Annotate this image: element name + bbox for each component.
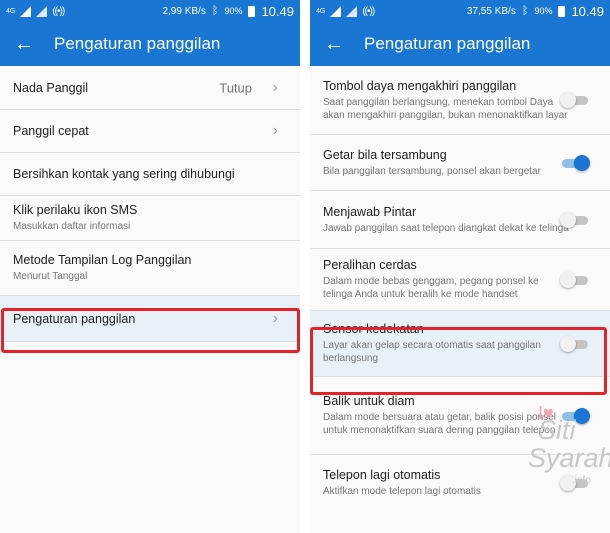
setting-subtitle: Masukkan daftar informasi — [13, 221, 131, 232]
clock: 10.49 — [261, 3, 294, 19]
setting-vibrate-connected[interactable]: Getar bila tersambung Bila panggilan ter… — [310, 135, 610, 191]
setting-title: Bersihkan kontak yang sering dihubungi — [13, 167, 235, 181]
left-screen: 4G ((•)) 2,99 KB/s ᛒ 90% 10.49 ← Pengatu… — [0, 0, 300, 533]
back-arrow-icon[interactable]: ← — [324, 33, 364, 56]
chevron-right-icon: › — [272, 78, 278, 96]
hotspot-icon: ((•)) — [362, 5, 375, 17]
setting-title: Peralihan cerdas — [323, 258, 417, 272]
setting-clear-frequent[interactable]: Bersihkan kontak yang sering dihubungi — [0, 153, 300, 196]
clock: 10.49 — [571, 3, 604, 19]
hotspot-icon: ((•)) — [52, 5, 65, 17]
toggle-switch[interactable] — [560, 92, 588, 108]
network-type-label: 4G — [6, 7, 16, 15]
setting-subtitle: Dalam mode bersuara atau getar, balik po… — [323, 412, 556, 436]
setting-power-ends-call[interactable]: Tombol daya mengakhiri panggilan Saat pa… — [310, 66, 610, 135]
app-bar: ← Pengaturan panggilan — [0, 22, 300, 66]
setting-speed-dial[interactable]: Panggil cepat › — [0, 110, 300, 153]
chevron-right-icon: › — [272, 122, 278, 139]
net-speed: 37,55 KB/s — [466, 5, 516, 17]
setting-title: Telepon lagi otomatis — [323, 468, 441, 482]
setting-subtitle: Dalam mode bebas genggam, pegang ponsel … — [323, 276, 539, 300]
battery-percent: 90% — [534, 6, 553, 16]
setting-auto-redial[interactable]: Telepon lagi otomatis Aktifkan mode tele… — [310, 455, 610, 511]
signal-2-icon — [36, 5, 48, 17]
setting-subtitle: Menurut Tanggal — [13, 271, 88, 282]
app-bar: ← Pengaturan panggilan — [310, 22, 610, 66]
settings-list: Nada Panggil Tutup › Panggil cepat › Ber… — [0, 66, 300, 342]
setting-subtitle: Aktifkan mode telepon lagi otomatis — [323, 486, 481, 497]
bluetooth-icon: ᛒ — [521, 5, 529, 17]
signal-icon — [330, 5, 342, 17]
toggle-switch[interactable] — [560, 271, 588, 288]
bluetooth-icon: ᛒ — [211, 5, 219, 17]
highlight-box — [310, 327, 607, 395]
status-bar: 4G ((•)) 2,99 KB/s ᛒ 90% 10.49 — [0, 0, 300, 22]
battery-percent: 90% — [224, 6, 243, 16]
highlight-box — [1, 308, 300, 353]
toggle-switch[interactable] — [560, 475, 588, 491]
setting-subtitle: Bila panggilan tersambung, ponsel akan b… — [323, 165, 541, 177]
settings-list: Tombol daya mengakhiri panggilan Saat pa… — [310, 66, 610, 511]
setting-call-log-view[interactable]: Metode Tampilan Log Panggilan Menurut Ta… — [0, 241, 300, 296]
battery-icon — [248, 5, 256, 17]
setting-title: Balik untuk diam — [323, 394, 415, 408]
page-title: Pengaturan panggilan — [54, 34, 221, 53]
setting-smart-answer[interactable]: Menjawab Pintar Jawab panggilan saat tel… — [310, 191, 610, 249]
setting-subtitle: Jawab panggilan saat telepon diangkat de… — [323, 222, 569, 234]
network-type-label: 4G — [316, 7, 326, 15]
toggle-switch[interactable] — [560, 211, 588, 228]
battery-icon — [558, 5, 566, 17]
back-arrow-icon[interactable]: ← — [14, 33, 54, 56]
signal-2-icon — [346, 5, 358, 17]
setting-title: Metode Tampilan Log Panggilan — [13, 253, 192, 267]
setting-title: Tombol daya mengakhiri panggilan — [323, 78, 517, 93]
setting-sms-icon[interactable]: Klik perilaku ikon SMS Masukkan daftar i… — [0, 196, 300, 241]
setting-value: Tutup — [219, 80, 252, 95]
setting-title: Panggil cepat — [13, 124, 89, 138]
setting-title: Klik perilaku ikon SMS — [13, 203, 138, 217]
setting-ringtone[interactable]: Nada Panggil Tutup › — [0, 66, 300, 110]
toggle-switch[interactable] — [562, 154, 590, 171]
toggle-switch[interactable] — [562, 407, 590, 424]
signal-icon — [20, 5, 32, 17]
setting-subtitle: Saat panggilan berlangsung, menekan tomb… — [323, 96, 568, 121]
status-bar: 4G ((•)) 37,55 KB/s ᛒ 90% 10.49 — [310, 0, 610, 22]
right-screen: 4G ((•)) 37,55 KB/s ᛒ 90% 10.49 ← Pengat… — [310, 0, 610, 533]
setting-title: Menjawab Pintar — [323, 204, 417, 219]
net-speed: 2,99 KB/s — [162, 5, 206, 17]
setting-title: Getar bila tersambung — [323, 147, 447, 162]
page-title: Pengaturan panggilan — [364, 34, 531, 53]
setting-smart-switch[interactable]: Peralihan cerdas Dalam mode bebas gengga… — [310, 249, 610, 311]
